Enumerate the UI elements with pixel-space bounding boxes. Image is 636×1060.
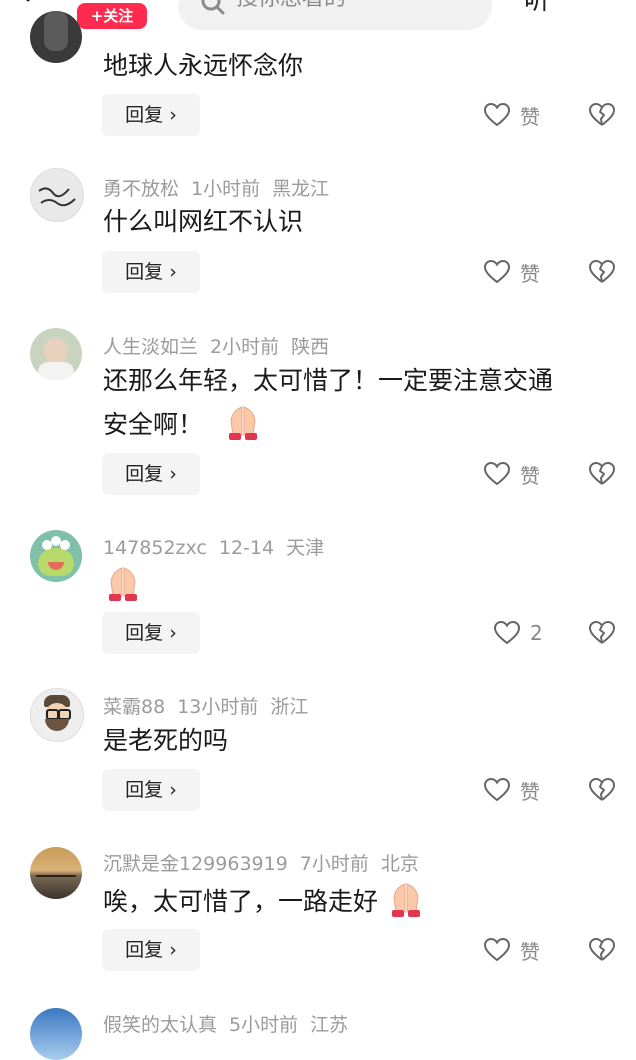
reply-button[interactable]: 回复 › bbox=[102, 94, 200, 136]
like-count: 赞 bbox=[520, 463, 540, 488]
like-button[interactable]: 赞 bbox=[484, 936, 540, 964]
top-bar: +关注 搜你想看的 听 bbox=[0, 0, 636, 40]
username[interactable]: 菜霸88 bbox=[103, 696, 165, 718]
comment-text-line2: 安全啊！ bbox=[103, 403, 623, 444]
comment-text bbox=[103, 564, 623, 605]
timestamp: 2小时前 bbox=[210, 336, 280, 358]
comment-meta: 勇不放松 1小时前 黑龙江 bbox=[103, 174, 341, 201]
broken-heart-icon[interactable] bbox=[589, 461, 615, 487]
reply-button[interactable]: 回复 › bbox=[102, 251, 200, 293]
back-arrow-icon[interactable] bbox=[22, 0, 48, 12]
comment-meta: 假笑的太认真 5小时前 江苏 bbox=[103, 1010, 360, 1037]
timestamp: 7小时前 bbox=[299, 853, 369, 875]
location: 北京 bbox=[380, 853, 419, 875]
heart-icon bbox=[484, 778, 510, 802]
broken-heart-icon[interactable] bbox=[589, 777, 615, 803]
comment-meta: 菜霸88 13小时前 浙江 bbox=[103, 692, 320, 719]
pray-emoji bbox=[391, 883, 420, 917]
pray-emoji bbox=[109, 567, 137, 601]
search-placeholder: 搜你想看的 bbox=[236, 0, 346, 12]
broken-heart-icon[interactable] bbox=[589, 259, 615, 285]
search-icon bbox=[201, 0, 225, 15]
comment-meta: 沉默是金129963919 7小时前 北京 bbox=[103, 849, 431, 876]
location: 黑龙江 bbox=[272, 178, 330, 200]
avatar[interactable] bbox=[30, 847, 82, 899]
location: 陕西 bbox=[291, 336, 330, 358]
like-button[interactable]: 赞 bbox=[484, 460, 540, 488]
timestamp: 1小时前 bbox=[191, 178, 261, 200]
username[interactable]: 147852zxc bbox=[103, 537, 207, 559]
avatar[interactable] bbox=[30, 11, 82, 63]
broken-heart-icon[interactable] bbox=[589, 102, 615, 128]
search-bar[interactable]: 搜你想看的 bbox=[178, 0, 492, 30]
reply-button[interactable]: 回复 › bbox=[102, 453, 200, 495]
location: 江苏 bbox=[310, 1014, 349, 1036]
avatar[interactable] bbox=[30, 168, 84, 222]
timestamp: 12-14 bbox=[218, 537, 275, 559]
like-count: 赞 bbox=[520, 261, 540, 286]
broken-heart-icon[interactable] bbox=[589, 620, 615, 646]
username[interactable]: 勇不放松 bbox=[103, 178, 179, 200]
broken-heart-icon[interactable] bbox=[589, 937, 615, 963]
location: 天津 bbox=[286, 537, 325, 559]
avatar[interactable] bbox=[30, 328, 82, 380]
heart-icon bbox=[494, 621, 520, 645]
listen-button[interactable]: 听 bbox=[524, 0, 550, 17]
comment-meta: 人生淡如兰 2小时前 陕西 bbox=[103, 332, 341, 359]
comment-text: 地球人永远怀念你 bbox=[103, 51, 304, 80]
like-button[interactable]: 2 bbox=[494, 619, 543, 647]
like-button[interactable]: 赞 bbox=[484, 776, 540, 804]
like-button[interactable]: 赞 bbox=[484, 258, 540, 286]
like-button[interactable]: 赞 bbox=[484, 101, 540, 129]
comment-text: 唉，太可惜了，一路走好 bbox=[103, 880, 623, 921]
pray-emoji bbox=[228, 406, 257, 440]
follow-button[interactable]: +关注 bbox=[77, 3, 147, 29]
like-count: 赞 bbox=[520, 939, 540, 964]
reply-button[interactable]: 回复 › bbox=[102, 612, 200, 654]
reply-button[interactable]: 回复 › bbox=[102, 769, 200, 811]
like-count: 赞 bbox=[520, 104, 540, 129]
timestamp: 5小时前 bbox=[229, 1014, 299, 1036]
comment-text: 什么叫网红不认识 bbox=[103, 207, 304, 236]
like-count: 2 bbox=[530, 621, 543, 645]
avatar[interactable] bbox=[30, 530, 82, 582]
username[interactable]: 沉默是金129963919 bbox=[103, 853, 288, 875]
avatar[interactable] bbox=[30, 1008, 82, 1060]
heart-icon bbox=[484, 260, 510, 284]
comment-text: 是老死的吗 bbox=[103, 726, 229, 755]
username[interactable]: 人生淡如兰 bbox=[103, 336, 198, 358]
heart-icon bbox=[484, 938, 510, 962]
timestamp: 13小时前 bbox=[177, 696, 259, 718]
location: 浙江 bbox=[270, 696, 309, 718]
username[interactable]: 假笑的太认真 bbox=[103, 1014, 217, 1036]
comment-meta: 147852zxc 12-14 天津 bbox=[103, 533, 336, 560]
reply-button[interactable]: 回复 › bbox=[102, 929, 200, 971]
like-count: 赞 bbox=[520, 779, 540, 804]
heart-icon bbox=[484, 103, 510, 127]
comment-text: 还那么年轻，太可惜了！一定要注意交通 bbox=[103, 366, 554, 395]
avatar[interactable] bbox=[30, 688, 84, 742]
heart-icon bbox=[484, 462, 510, 486]
